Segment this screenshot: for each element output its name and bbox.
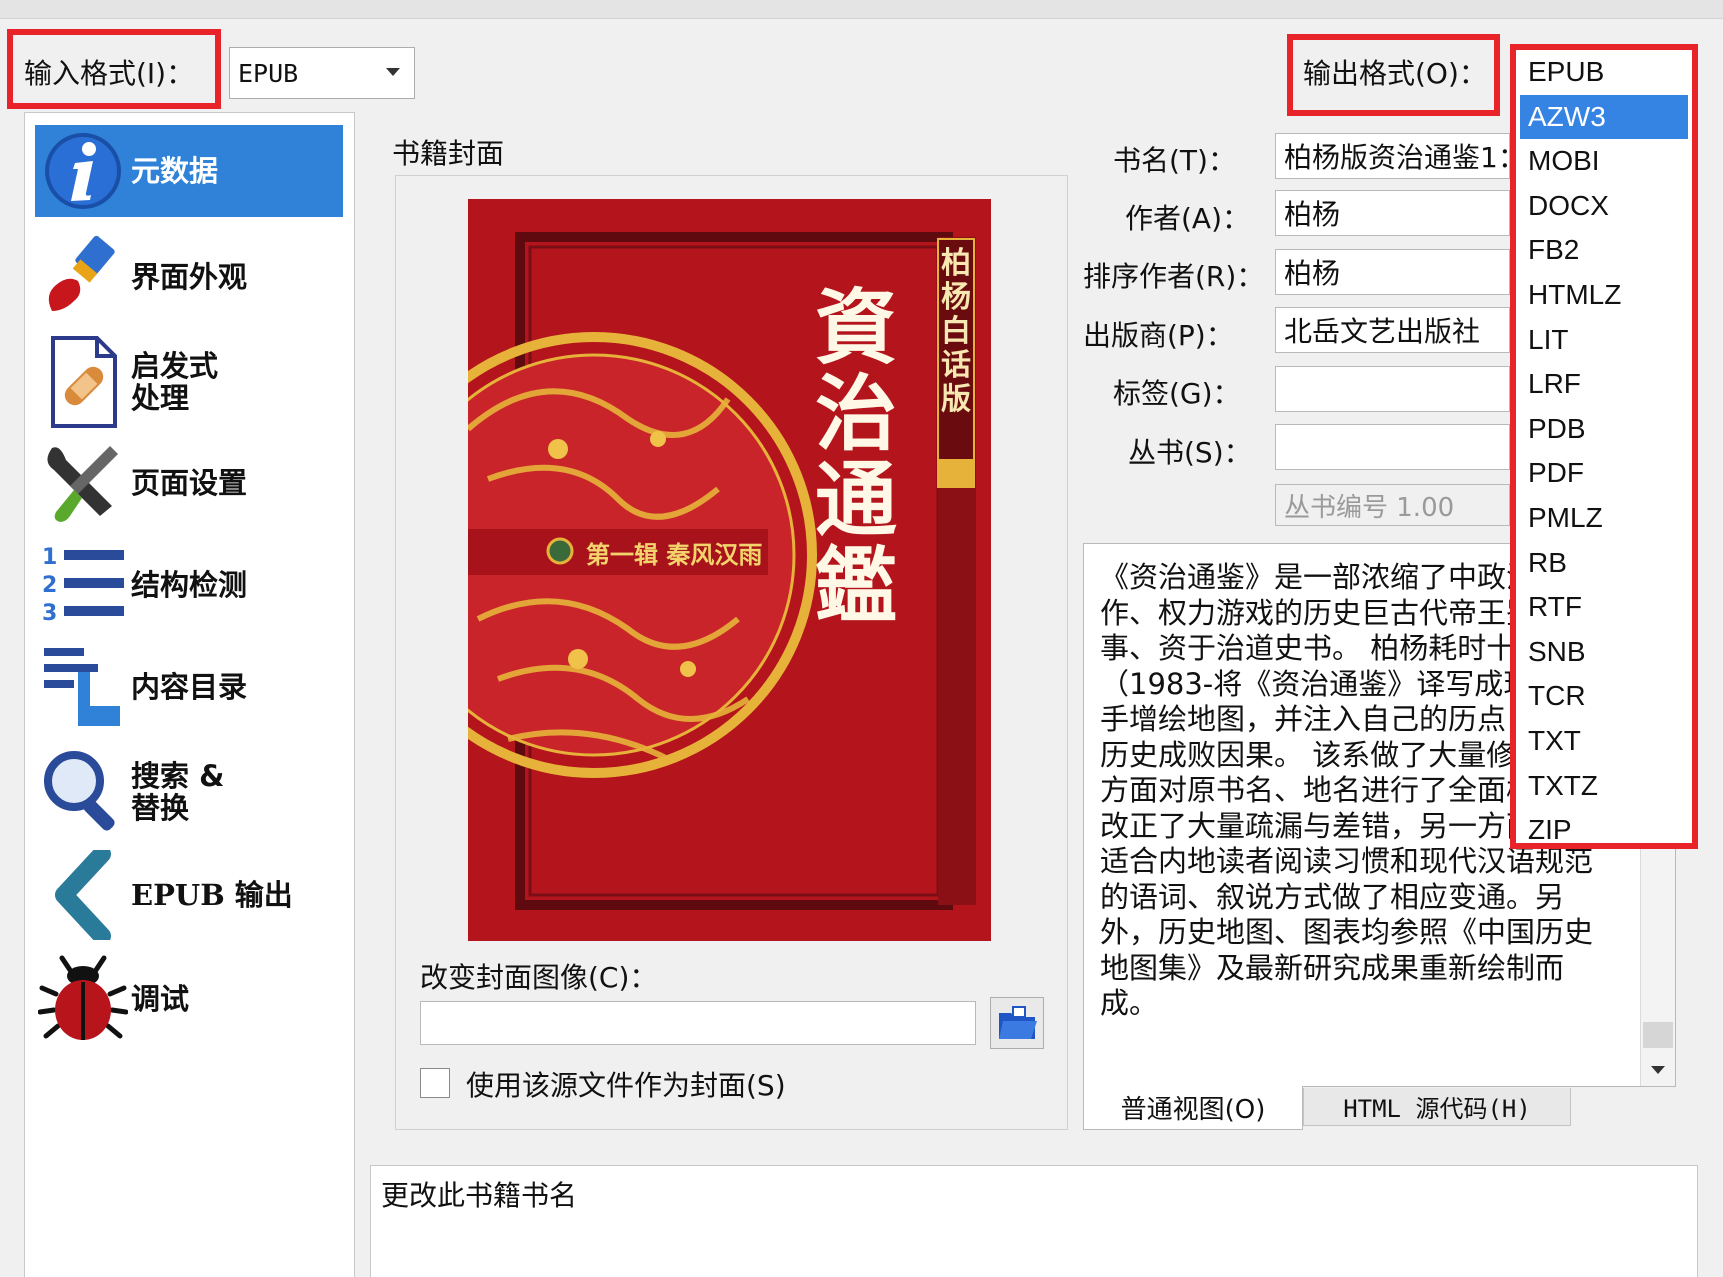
format-option-rb[interactable]: RB bbox=[1520, 541, 1688, 585]
input-format-label: 输入格式(I)： bbox=[24, 57, 195, 90]
author-label: 作者(A)： bbox=[1125, 202, 1251, 235]
cover-volume: 第一辑 秦风汉雨 bbox=[586, 540, 763, 569]
svg-text:1: 1 bbox=[42, 545, 57, 570]
input-format-dropdown[interactable]: EPUB bbox=[229, 47, 415, 99]
cover-title: 資治通鑑 bbox=[814, 280, 897, 634]
sidebar-item-heuristic[interactable]: 启发式 处理 bbox=[35, 327, 343, 437]
sidebar-item-label: 内容目录 bbox=[131, 670, 248, 704]
format-option-epub[interactable]: EPUB bbox=[1520, 50, 1688, 94]
format-option-azw3[interactable]: AZW3 bbox=[1520, 94, 1688, 139]
series-input[interactable] bbox=[1275, 424, 1510, 470]
sidebar-item-label: 调试 bbox=[131, 982, 190, 1016]
output-format-label: 输出格式(O)： bbox=[1303, 57, 1487, 90]
tags-input[interactable] bbox=[1275, 366, 1510, 412]
series-number-spinbox[interactable]: 丛书编号 1.00 bbox=[1275, 484, 1510, 526]
svg-text:2: 2 bbox=[42, 573, 57, 598]
format-option-fb2[interactable]: FB2 bbox=[1520, 228, 1688, 272]
format-option-docx[interactable]: DOCX bbox=[1520, 184, 1688, 228]
cover-path-input[interactable] bbox=[420, 1001, 976, 1045]
author-input[interactable]: 柏杨 bbox=[1275, 190, 1510, 236]
window-top-strip bbox=[0, 0, 1723, 19]
format-option-txtz[interactable]: TXTZ bbox=[1520, 764, 1688, 808]
status-text: 更改此书籍书名 bbox=[381, 1179, 578, 1212]
sidebar-item-structure-detection[interactable]: 1 2 3 结构检测 bbox=[35, 539, 343, 631]
bandage-icon bbox=[35, 327, 131, 437]
sidebar-item-metadata[interactable]: 元数据 bbox=[35, 125, 343, 217]
sidebar-item-page-setup[interactable]: 页面设置 bbox=[35, 437, 343, 529]
numbered-list-icon: 1 2 3 bbox=[35, 539, 131, 631]
help-text-area: 更改此书籍书名 bbox=[370, 1165, 1698, 1277]
use-source-cover-checkbox[interactable] bbox=[420, 1068, 450, 1098]
format-option-pmlz[interactable]: PMLZ bbox=[1520, 496, 1688, 540]
format-option-tcr[interactable]: TCR bbox=[1520, 674, 1688, 718]
svg-text:3: 3 bbox=[42, 601, 57, 626]
sidebar-item-label: EPUB 输出 bbox=[131, 878, 293, 912]
title-input[interactable]: 柏杨版资治通鉴1： bbox=[1275, 133, 1510, 179]
cover-edition: 柏杨白话版 bbox=[941, 246, 971, 417]
format-option-mobi[interactable]: MOBI bbox=[1520, 139, 1688, 183]
sidebar-item-look-feel[interactable]: 界面外观 bbox=[35, 231, 343, 323]
tab-normal-view[interactable]: 普通视图(O) bbox=[1083, 1086, 1303, 1130]
input-format-value: EPUB bbox=[238, 58, 299, 88]
magnifier-icon bbox=[35, 737, 131, 847]
book-cover-image: 第一辑 秦风汉雨 資治通鑑 柏杨白话版 bbox=[468, 199, 991, 941]
publisher-label: 出版商(P)： bbox=[1083, 319, 1234, 352]
scrollbar-thumb[interactable] bbox=[1643, 1022, 1673, 1048]
chevron-left-icon bbox=[35, 849, 131, 941]
title-label: 书名(T)： bbox=[1113, 144, 1236, 177]
sidebar-item-epub-output[interactable]: EPUB 输出 bbox=[35, 849, 343, 941]
author-sort-label: 排序作者(R)： bbox=[1083, 260, 1265, 293]
tools-icon bbox=[35, 437, 131, 529]
tags-label: 标签(G)： bbox=[1113, 377, 1241, 410]
chevron-down-icon bbox=[386, 68, 400, 76]
scroll-down-arrow-icon[interactable] bbox=[1651, 1066, 1665, 1074]
sidebar-item-label: 搜索 & 替换 bbox=[131, 759, 225, 825]
series-label: 丛书(S)： bbox=[1128, 436, 1252, 469]
sidebar-item-label: 元数据 bbox=[131, 154, 219, 188]
tab-html-source[interactable]: HTML 源代码(H) bbox=[1303, 1088, 1571, 1126]
toc-icon bbox=[35, 641, 131, 733]
publisher-input[interactable]: 北岳文艺出版社 bbox=[1275, 307, 1510, 353]
format-option-txt[interactable]: TXT bbox=[1520, 719, 1688, 763]
sidebar-item-label: 界面外观 bbox=[131, 260, 248, 294]
format-option-rtf[interactable]: RTF bbox=[1520, 585, 1688, 629]
sidebar-item-debug[interactable]: 调试 bbox=[35, 953, 343, 1045]
output-format-list[interactable]: EPUB AZW3 MOBI DOCX FB2 HTMLZ LIT LRF PDB PDF PMLZ… bbox=[1510, 44, 1698, 849]
format-option-snb[interactable]: SNB bbox=[1520, 630, 1688, 674]
format-option-lit[interactable]: LIT bbox=[1520, 318, 1688, 362]
sidebar-item-toc[interactable]: 内容目录 bbox=[35, 641, 343, 733]
format-option-lrf[interactable]: LRF bbox=[1520, 362, 1688, 406]
format-option-pdf[interactable]: PDF bbox=[1520, 451, 1688, 495]
format-option-pdb[interactable]: PDB bbox=[1520, 407, 1688, 451]
author-sort-input[interactable]: 柏杨 bbox=[1275, 249, 1510, 295]
sidebar-item-label: 结构检测 bbox=[131, 568, 248, 602]
folder-icon bbox=[999, 1006, 1037, 1039]
sidebar-item-search-replace[interactable]: 搜索 & 替换 bbox=[35, 737, 343, 847]
cover-group-label: 书籍封面 bbox=[392, 137, 505, 170]
format-option-htmlz[interactable]: HTMLZ bbox=[1520, 273, 1688, 317]
sidebar-item-label: 启发式 处理 bbox=[131, 349, 219, 415]
change-cover-label: 改变封面图像(C)： bbox=[420, 961, 658, 994]
sidebar: 元数据 界面外观 启发式 处理 页面设置 1 2 3 结构检测 内容目录 搜索 … bbox=[24, 112, 355, 1277]
browse-cover-button[interactable] bbox=[990, 997, 1044, 1049]
bug-icon bbox=[35, 953, 131, 1045]
use-source-cover-label: 使用该源文件作为封面(S) bbox=[466, 1069, 786, 1102]
sidebar-item-label: 页面设置 bbox=[131, 466, 248, 500]
format-option-zip[interactable]: ZIP bbox=[1520, 808, 1688, 852]
info-icon bbox=[35, 125, 131, 217]
paintbrush-icon bbox=[35, 231, 131, 323]
